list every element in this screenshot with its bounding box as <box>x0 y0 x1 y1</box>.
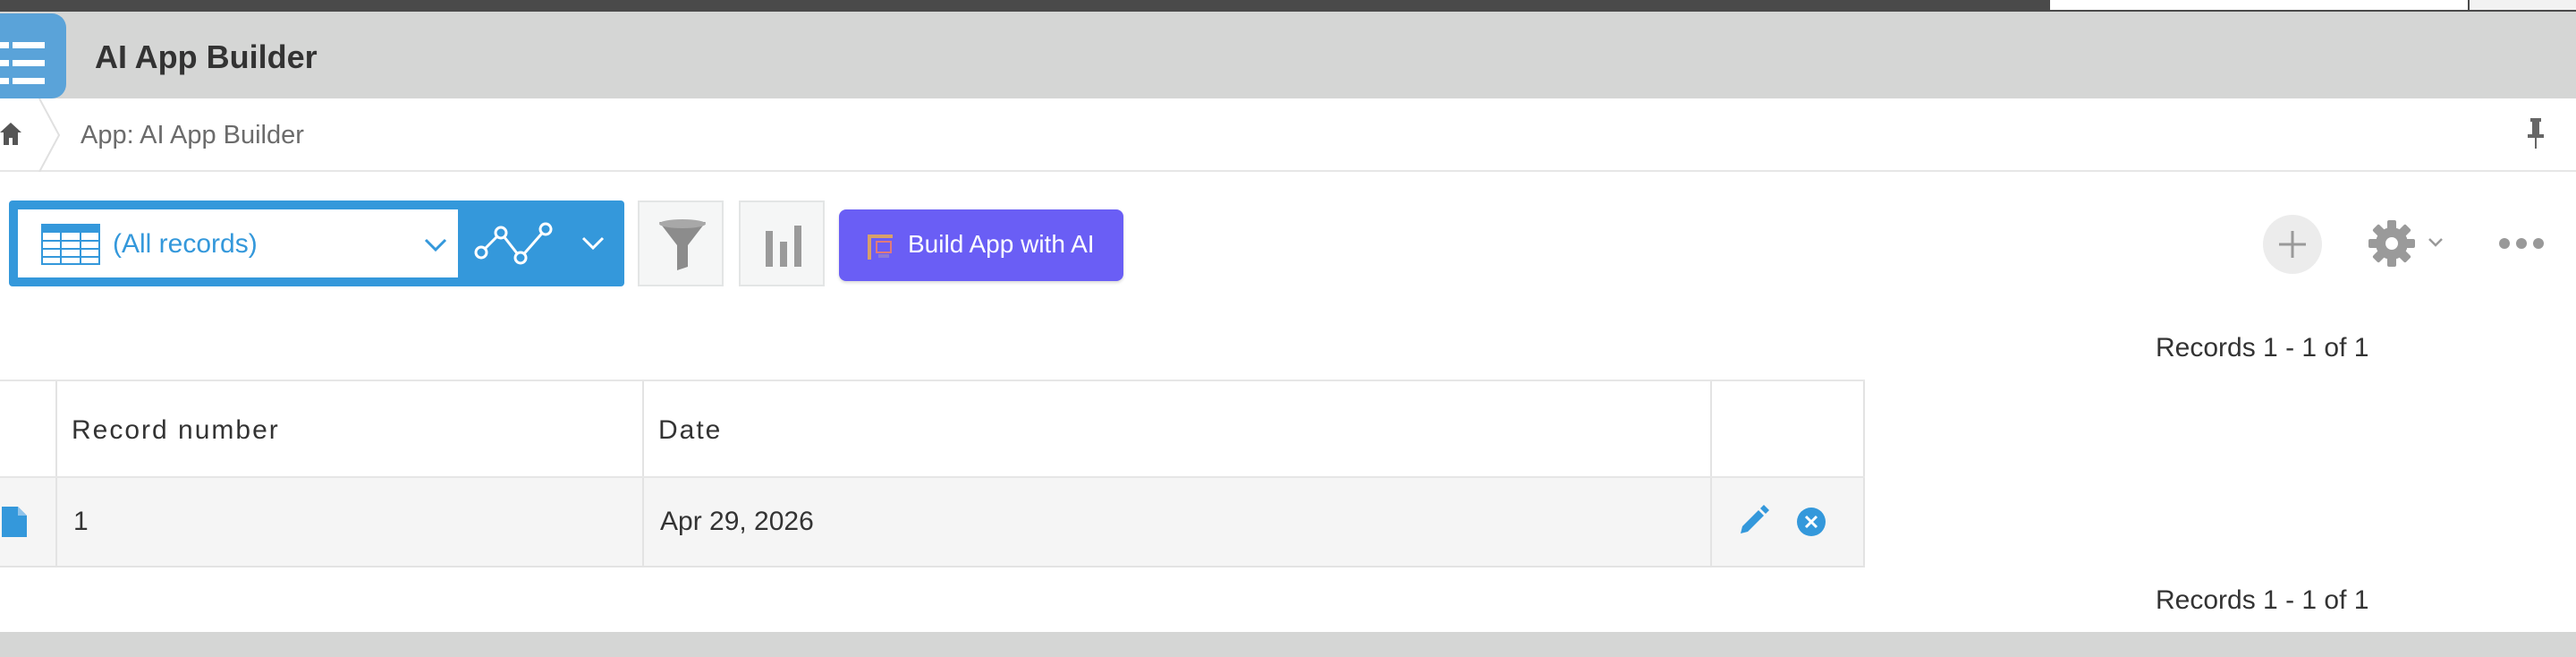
view-label: (All records) <box>113 229 258 259</box>
table-grid-icon <box>41 224 100 265</box>
graph-icon[interactable] <box>474 220 556 267</box>
pin-icon[interactable] <box>2522 116 2549 150</box>
bar-chart-icon <box>766 226 801 267</box>
home-icon[interactable] <box>0 120 27 147</box>
records-table: Record number Date 1 Apr 29, 2026 <box>0 380 1865 567</box>
graph-chevron-down-icon[interactable] <box>580 231 606 258</box>
app-header: AI App Builder <box>0 12 2576 98</box>
bottom-strip <box>0 632 2576 657</box>
top-search-side[interactable] <box>2470 0 2576 10</box>
filter-icon <box>659 219 706 270</box>
cell-record-number: 1 <box>73 507 89 536</box>
top-strip <box>0 0 2576 12</box>
breadcrumb-app-label[interactable]: App: AI App Builder <box>80 121 304 150</box>
delete-x-icon[interactable] <box>1796 507 1826 537</box>
build-app-with-ai-label: Build App with AI <box>908 230 1095 258</box>
app-list-icon[interactable] <box>0 13 66 98</box>
view-dropdown[interactable]: (All records) <box>18 209 458 277</box>
breadcrumb: App: AI App Builder <box>0 98 2576 172</box>
app-title: AI App Builder <box>95 38 318 75</box>
edit-pencil-icon[interactable] <box>1737 505 1769 537</box>
document-icon[interactable] <box>2 507 27 537</box>
table-header-row: Record number Date <box>0 380 1865 478</box>
records-count-bottom: Records 1 - 1 of 1 <box>2156 585 2369 615</box>
chevron-down-icon <box>424 238 447 252</box>
header-date[interactable]: Date <box>644 381 1712 476</box>
more-icon[interactable] <box>2497 235 2546 252</box>
filter-button[interactable] <box>638 201 724 286</box>
records-count-top: Records 1 - 1 of 1 <box>2156 333 2369 363</box>
plus-icon <box>2279 231 2306 258</box>
view-selector[interactable]: (All records) <box>9 201 624 286</box>
cell-date: Apr 29, 2026 <box>660 507 814 536</box>
top-search-area[interactable] <box>2050 0 2468 10</box>
add-record-button[interactable] <box>2263 215 2322 274</box>
build-app-with-ai-button[interactable]: Build App with AI <box>839 209 1123 281</box>
gear-icon[interactable] <box>2367 218 2417 269</box>
ai-builder-icon <box>868 235 893 260</box>
header-record-number[interactable]: Record number <box>57 381 644 476</box>
breadcrumb-separator <box>38 98 61 172</box>
table-row[interactable]: 1 Apr 29, 2026 <box>0 478 1865 567</box>
graph-button[interactable] <box>739 201 825 286</box>
settings-chevron-down-icon[interactable] <box>2426 235 2445 251</box>
